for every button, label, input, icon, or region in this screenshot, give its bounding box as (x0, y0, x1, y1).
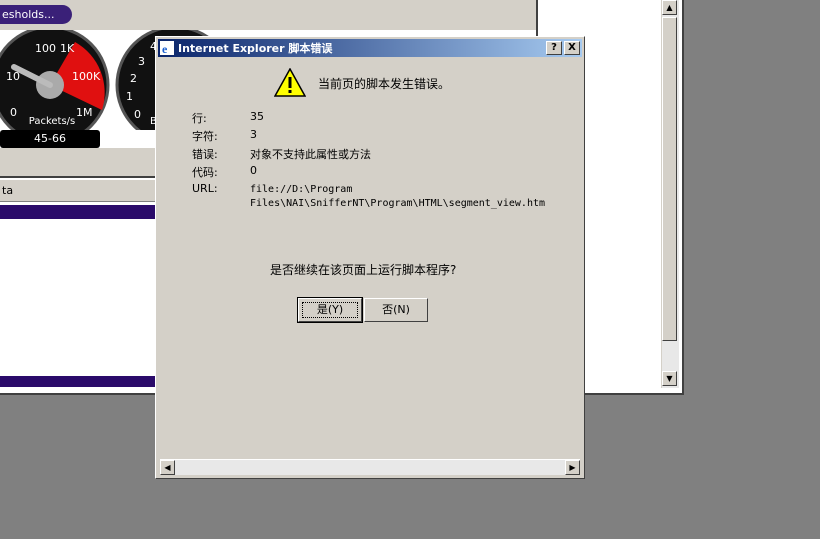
gauge-tick-label: 100 (35, 42, 56, 55)
horizontal-scrollbar[interactable]: ◀ ▶ (160, 459, 580, 475)
script-error-dialog: e Internet Explorer 脚本错误 ? X 当前页的脚本发生错误。… (155, 36, 585, 479)
detail-value: 0 (250, 164, 257, 177)
scroll-left-button[interactable]: ◀ (160, 460, 175, 475)
continue-question: 是否继续在该页面上运行脚本程序? (270, 263, 457, 277)
triangle-right-icon: ▶ (569, 463, 576, 472)
gauge-readout: 45-66 (0, 130, 100, 148)
detail-value: 35 (250, 110, 264, 123)
scroll-thumb[interactable] (662, 17, 677, 341)
no-button-label: 否(N) (382, 303, 410, 316)
error-heading: 当前页的脚本发生错误。 (318, 77, 451, 91)
triangle-left-icon: ◀ (164, 463, 171, 472)
no-button[interactable]: 否(N) (364, 298, 428, 322)
gauge-caption: Packets/s (28, 116, 76, 127)
triangle-down-icon: ▼ (666, 374, 673, 383)
gauge-tick-label: 1K (60, 42, 75, 55)
detail-value: 对象不支持此属性或方法 (250, 148, 371, 161)
gauge-tick-label: 10 (6, 70, 20, 83)
yes-button[interactable]: 是(Y) (297, 297, 363, 323)
detail-url-line2: Files\NAI\SnifferNT\Program\HTML\segment… (250, 198, 546, 209)
detail-label: 行: (192, 112, 207, 125)
detail-value: 3 (250, 128, 257, 141)
list-header: ta (0, 180, 160, 202)
close-button[interactable]: X (564, 41, 580, 55)
dialog-titlebar[interactable]: e Internet Explorer 脚本错误 ? X (158, 39, 582, 57)
scroll-down-button[interactable]: ▼ (662, 371, 677, 386)
warning-icon (274, 68, 306, 97)
detail-label: 代码: (192, 166, 218, 179)
triangle-up-icon: ▲ (666, 3, 673, 12)
focus-rectangle (302, 302, 358, 318)
scroll-right-button[interactable]: ▶ (565, 460, 580, 475)
gauge-tick-label: 100K (72, 70, 101, 83)
list-header-bar (0, 205, 160, 219)
ie-icon: e (160, 41, 174, 55)
scroll-up-button[interactable]: ▲ (662, 0, 677, 15)
gauge-tick-label: 1M (76, 106, 93, 119)
thresholds-button[interactable]: esholds... (0, 5, 72, 24)
gauge-tick-label: 1 (126, 90, 133, 103)
gauge-tick-label: 3 (138, 55, 145, 68)
gauge-tick-label: 0 (10, 106, 17, 119)
help-button[interactable]: ? (546, 41, 562, 55)
gauge-tick-label: 2 (130, 72, 137, 85)
detail-label: 字符: (192, 130, 218, 143)
packets-gauge: 100 1K 10 100K 0 1M (0, 30, 110, 130)
vertical-scrollbar[interactable]: ▲ ▼ (661, 0, 679, 388)
list-footer-bar (0, 376, 160, 387)
gauge-tick-label: 0 (134, 108, 141, 121)
detail-label: URL: (192, 182, 218, 195)
dialog-title: Internet Explorer 脚本错误 (178, 42, 333, 55)
svg-text:e: e (162, 42, 168, 55)
detail-label: 错误: (192, 148, 218, 161)
